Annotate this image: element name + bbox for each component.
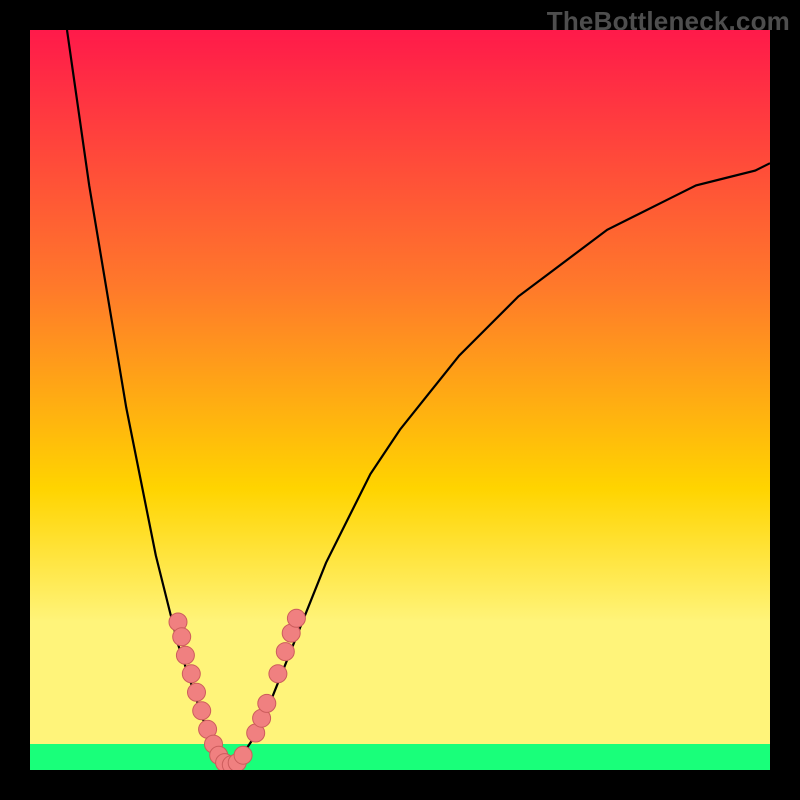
data-dot [188,683,206,701]
green-bottom-strip [30,744,770,770]
data-dot [276,643,294,661]
data-dot [173,628,191,646]
data-dot [176,646,194,664]
data-dot [287,609,305,627]
data-dot [193,702,211,720]
data-dot [182,665,200,683]
data-dot [258,694,276,712]
plot-area [30,30,770,770]
plot-svg [30,30,770,770]
data-dot [234,746,252,764]
data-dot [269,665,287,683]
chart-frame: TheBottleneck.com [0,0,800,800]
gradient-background [30,30,770,770]
